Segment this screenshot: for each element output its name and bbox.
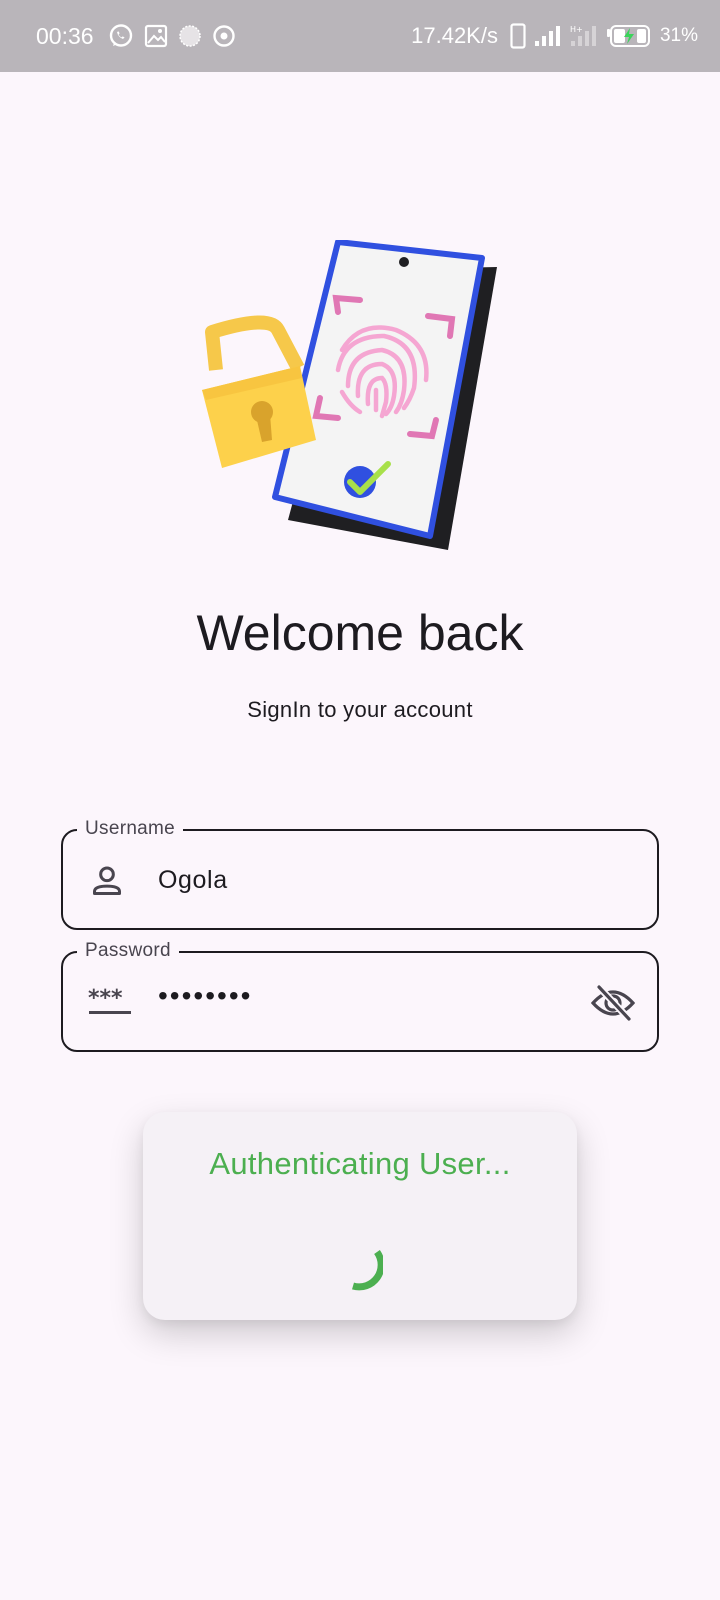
target-icon [212,24,236,48]
svg-text:H+: H+ [570,25,583,34]
battery-charging-icon [606,24,652,48]
person-icon [87,861,127,901]
page-subtitle: SignIn to your account [247,697,473,722]
status-time: 00:36 [36,22,94,49]
dialog-message: Authenticating User... [209,1146,511,1181]
signal-icon [534,24,562,48]
status-bar-left: 00:36 [36,23,236,50]
username-field[interactable]: Username Ogola [61,818,659,930]
username-value: Ogola [158,866,228,894]
password-icon: *** [87,983,133,1023]
password-value: •••••••• [158,980,253,1011]
phone-outline-icon [510,23,526,49]
network-speed: 17.42K/s [411,23,498,48]
username-label: Username [77,818,184,840]
loading-spinner-icon [339,1248,385,1292]
authenticating-dialog: Authenticating User... [143,1112,577,1320]
signal-h-icon: H+ [570,24,598,48]
password-label: Password [77,940,179,962]
whatsapp-icon [108,23,134,49]
status-bar-right: 17.42K/s H+ 31% [411,23,698,49]
password-field[interactable]: Password *** •••••••• [61,940,659,1052]
status-bar: 00:36 17.42K/s H+ 31% [0,0,720,72]
svg-text:***: *** [88,986,123,1011]
gallery-icon [144,24,168,48]
fingerprint-security-illustration [200,239,510,560]
visibility-off-icon[interactable] [590,983,636,1023]
battery-percent: 31% [659,25,698,46]
page-title: Welcome back [196,605,524,661]
circle-dot-icon [178,24,202,48]
